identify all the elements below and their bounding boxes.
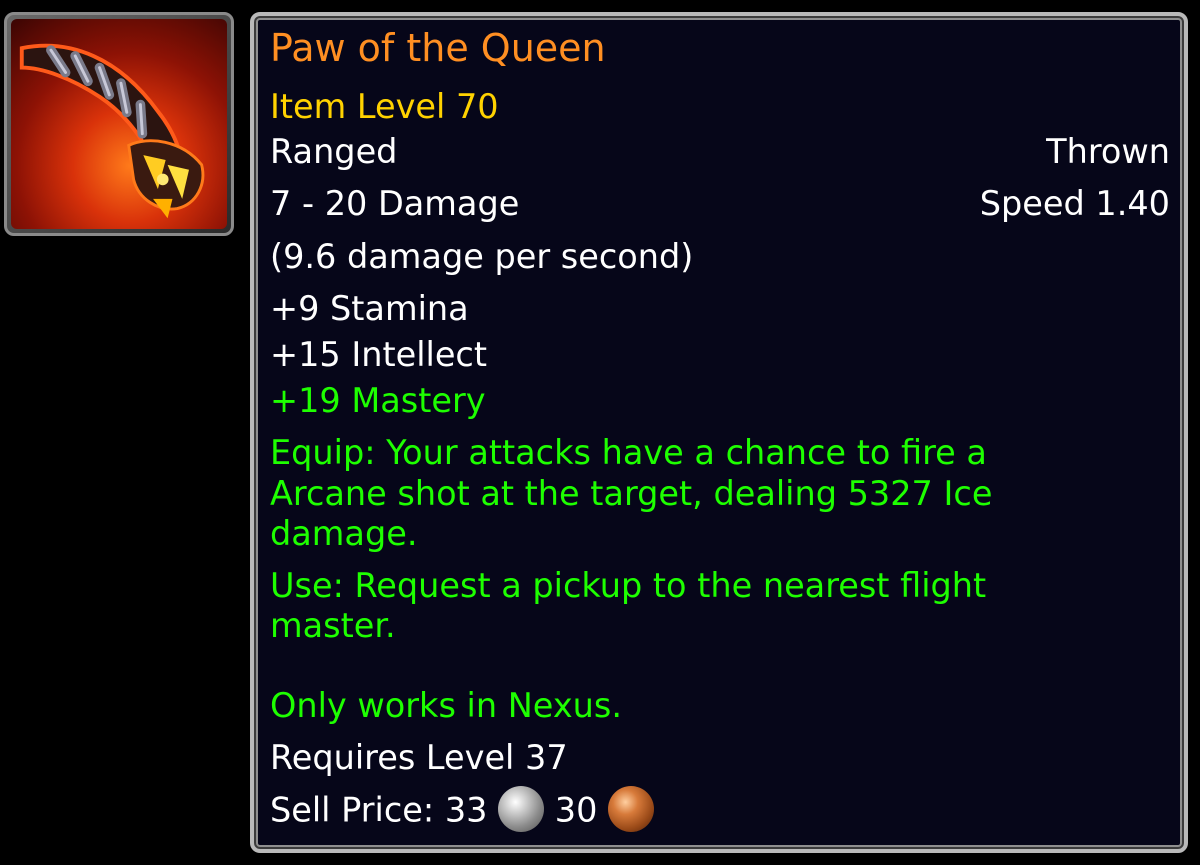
stat-mastery: +19 Mastery [270, 381, 486, 420]
sell-price: Sell Price: 33 30 [270, 786, 1170, 835]
stat-intellect: +15 Intellect [270, 335, 487, 374]
slot-row: Ranged Thrown [270, 132, 1170, 172]
item-level: Item Level 70 [270, 87, 499, 126]
sell-price-copper: 30 [554, 790, 598, 830]
item-type: Thrown [1046, 132, 1170, 171]
thrown-claw-weapon-icon [11, 19, 227, 229]
item-damage: 7 - 20 Damage [270, 184, 520, 223]
use-effect-line-2: master. [270, 606, 396, 645]
item-dps: (9.6 damage per second) [270, 237, 694, 276]
silver-coin-icon [498, 786, 545, 832]
equip-effect-line-2: Arcane shot at the target, dealing 5327 … [270, 474, 993, 513]
claw-artwork [19, 43, 205, 219]
sell-price-label: Sell Price: [270, 790, 435, 830]
item-note: Only works in Nexus. [270, 686, 622, 725]
damage-row: 7 - 20 Damage Speed 1.40 [270, 184, 1170, 224]
item-slot: Ranged [270, 132, 398, 171]
sell-price-silver: 33 [444, 790, 488, 830]
stat-stamina: +9 Stamina [270, 289, 469, 328]
item-requirement: Requires Level 37 [270, 738, 568, 777]
equip-effect-line-1: Equip: Your attacks have a chance to fir… [270, 433, 987, 472]
equip-effect-line-3: damage. [270, 514, 418, 553]
item-speed: Speed 1.40 [979, 184, 1170, 223]
item-name: Paw of the Queen [270, 26, 606, 70]
use-effect-line-1: Use: Request a pickup to the nearest fli… [270, 566, 987, 605]
item-icon-frame[interactable] [4, 12, 234, 236]
copper-coin-icon [608, 786, 655, 832]
